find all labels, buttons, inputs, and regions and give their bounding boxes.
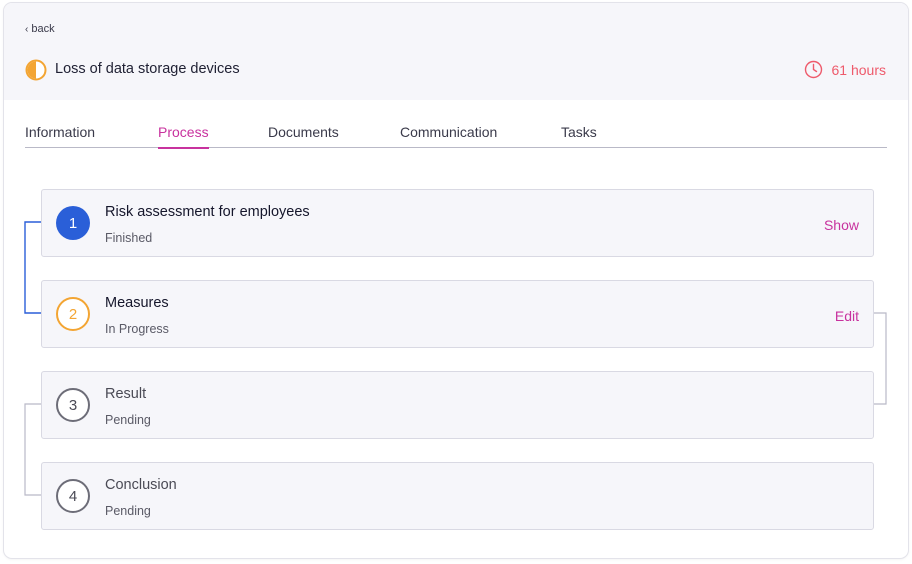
step-title: Measures bbox=[105, 295, 169, 311]
process-step-4: 4 Conclusion Pending bbox=[41, 462, 874, 530]
step-title: Conclusion bbox=[105, 477, 177, 493]
step-number-badge: 4 bbox=[56, 479, 90, 513]
step-number-badge: 3 bbox=[56, 388, 90, 422]
edit-button[interactable]: Edit bbox=[835, 308, 859, 324]
step-number-badge: 1 bbox=[56, 206, 90, 240]
process-step-2: 2 Measures In Progress Edit bbox=[41, 280, 874, 348]
step-status: Pending bbox=[105, 413, 151, 427]
step-status: Finished bbox=[105, 231, 153, 245]
process-step-1: 1 Risk assessment for employees Finished… bbox=[41, 189, 874, 257]
step-title: Result bbox=[105, 386, 147, 402]
process-step-3: 3 Result Pending bbox=[41, 371, 874, 439]
step-status: Pending bbox=[105, 504, 151, 518]
show-button[interactable]: Show bbox=[824, 217, 859, 233]
step-number-badge: 2 bbox=[56, 297, 90, 331]
step-title: Risk assessment for employees bbox=[105, 204, 310, 220]
step-status: In Progress bbox=[105, 322, 169, 336]
incident-card: ‹ back Loss of data storage devices 61 ho… bbox=[4, 3, 908, 558]
